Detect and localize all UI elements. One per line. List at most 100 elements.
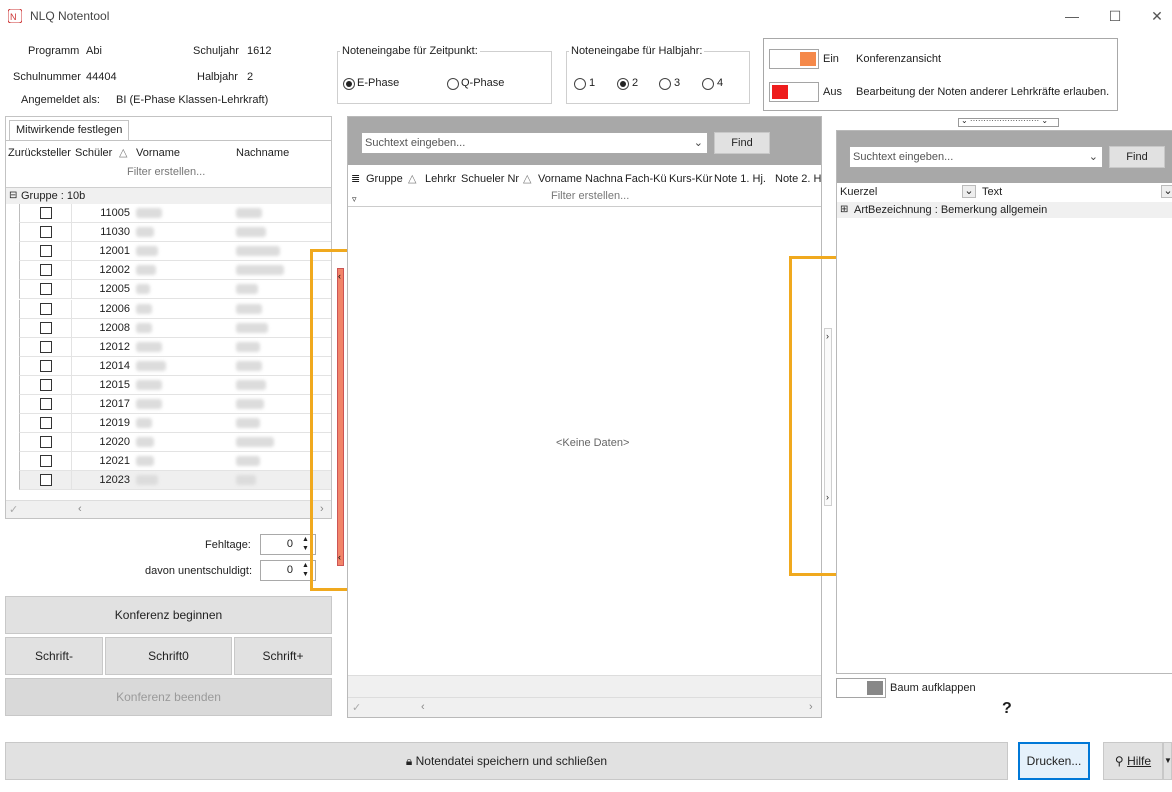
- drucken-button[interactable]: Drucken...: [1018, 742, 1090, 780]
- unentschuldigt-spin-icon[interactable]: ▲ ▼: [302, 561, 309, 579]
- zuruecksteller-checkbox[interactable]: [40, 378, 52, 391]
- zuruecksteller-checkbox[interactable]: [40, 321, 52, 334]
- middle-search-dropdown-icon[interactable]: ⌄: [694, 133, 703, 153]
- middle-col-header[interactable]: Kurs-Kür: [669, 173, 712, 185]
- table-row[interactable]: 11030: [19, 223, 331, 243]
- tab-mitwirkende[interactable]: Mitwirkende festlegen: [9, 120, 129, 140]
- middle-scroll-right-icon[interactable]: ›: [809, 701, 813, 713]
- middle-check-icon: ✓: [352, 702, 362, 714]
- col-kuerzel[interactable]: Kuerzel: [840, 186, 877, 198]
- radio-halbjahr-1[interactable]: [574, 78, 586, 90]
- zuruecksteller-checkbox[interactable]: [40, 398, 52, 410]
- row-separator: [71, 261, 72, 281]
- konferenz-beginnen-button[interactable]: Konferenz beginnen: [5, 596, 332, 634]
- sort-asc-icon[interactable]: △: [119, 146, 127, 159]
- zuruecksteller-checkbox[interactable]: [40, 436, 52, 449]
- middle-hscrollbar[interactable]: ✓ ‹ ›: [348, 697, 821, 717]
- help-question-icon[interactable]: ?: [1002, 700, 1012, 718]
- schrift-minus-button[interactable]: Schrift-: [5, 637, 103, 675]
- right-search-input[interactable]: Suchtext eingeben... ⌄: [849, 146, 1103, 168]
- zuruecksteller-checkbox[interactable]: [40, 340, 52, 353]
- vorname-cell-blurred: [136, 227, 154, 238]
- middle-col-header[interactable]: Note 2. H: [775, 173, 821, 185]
- zuruecksteller-checkbox[interactable]: [40, 207, 52, 219]
- left-hscrollbar[interactable]: ✓ ‹ ›: [6, 500, 331, 518]
- radio-e-phase[interactable]: [343, 78, 355, 90]
- hilfe-dropdown-button[interactable]: ▼: [1163, 742, 1172, 780]
- group-collapse-icon[interactable]: ⊟: [9, 190, 17, 201]
- zuruecksteller-checkbox[interactable]: [40, 226, 52, 239]
- middle-find-button[interactable]: Find: [714, 132, 770, 154]
- minimize-icon[interactable]: —: [1062, 6, 1082, 26]
- sort-asc-icon[interactable]: △: [408, 172, 416, 185]
- konferenz-toggle[interactable]: [769, 49, 819, 69]
- middle-col-header[interactable]: Fach-Kü: [625, 173, 667, 185]
- table-row[interactable]: 11005: [19, 204, 331, 223]
- scroll-left-icon[interactable]: ‹: [78, 503, 82, 515]
- col-schueler[interactable]: Schüler: [75, 147, 112, 159]
- filter-row[interactable]: Filter erstellen...: [127, 166, 205, 178]
- table-row[interactable]: 12002: [19, 261, 331, 281]
- fehltage-spin-icon[interactable]: ▲ ▼: [302, 535, 309, 553]
- bearbeitung-toggle[interactable]: [769, 82, 819, 102]
- column-chooser-icon[interactable]: ≣: [351, 172, 360, 185]
- right-top-dropdown[interactable]: ⌄ ·························· ⌄: [958, 116, 1059, 127]
- table-row[interactable]: 12020: [19, 433, 331, 453]
- zuruecksteller-checkbox[interactable]: [40, 245, 52, 258]
- save-close-button[interactable]: 🔒︎ Notendatei speichern und schließen: [5, 742, 1008, 780]
- kuerzel-filter-icon[interactable]: ⌄: [962, 185, 976, 198]
- schrift-zero-button[interactable]: Schrift0: [105, 637, 232, 675]
- zuruecksteller-checkbox[interactable]: [40, 264, 52, 277]
- middle-col-header[interactable]: Schueler Nr: [461, 173, 519, 185]
- schueler-id: 12005: [99, 283, 130, 296]
- table-row[interactable]: 12021: [19, 452, 331, 472]
- right-group-expand-icon[interactable]: ⊞: [840, 204, 848, 215]
- zuruecksteller-checkbox[interactable]: [40, 474, 52, 487]
- table-row[interactable]: 12006: [19, 299, 331, 319]
- hilfe-button[interactable]: ⚲ Hilfe: [1103, 742, 1163, 780]
- table-row[interactable]: 12001: [19, 242, 331, 262]
- middle-filter-row[interactable]: Filter erstellen...: [551, 190, 629, 202]
- table-row[interactable]: 12008: [19, 318, 331, 338]
- radio-halbjahr-2[interactable]: [617, 78, 629, 90]
- table-row[interactable]: 12014: [19, 356, 331, 376]
- middle-col-header[interactable]: Vorname: [538, 173, 582, 185]
- zuruecksteller-checkbox[interactable]: [40, 283, 52, 296]
- close-icon[interactable]: ✕: [1147, 6, 1167, 26]
- right-search-dropdown-icon[interactable]: ⌄: [1089, 147, 1098, 167]
- zuruecksteller-checkbox[interactable]: [40, 359, 52, 372]
- table-row[interactable]: 12017: [19, 395, 331, 414]
- table-row[interactable]: 12015: [19, 375, 331, 395]
- table-row[interactable]: 12019: [19, 414, 331, 434]
- radio-halbjahr-3[interactable]: [659, 78, 671, 90]
- row-separator: [71, 337, 72, 357]
- col-text[interactable]: Text: [982, 186, 1002, 198]
- text-filter-icon[interactable]: ⌄: [1161, 185, 1172, 198]
- zuruecksteller-checkbox[interactable]: [40, 455, 52, 468]
- zuruecksteller-checkbox[interactable]: [40, 302, 52, 315]
- col-zuruecksteller[interactable]: Zurücksteller: [8, 147, 71, 159]
- middle-col-header[interactable]: Note 1. Hj.: [714, 173, 766, 185]
- baum-toggle[interactable]: [836, 678, 886, 698]
- middle-scroll-left-icon[interactable]: ‹: [421, 701, 425, 713]
- filter-funnel-icon[interactable]: ▿: [352, 194, 357, 205]
- nachname-cell-blurred: [236, 360, 262, 371]
- vorname-cell-blurred: [136, 246, 158, 257]
- radio-halbjahr-4[interactable]: [702, 78, 714, 90]
- col-vorname[interactable]: Vorname: [136, 147, 180, 159]
- table-row[interactable]: 12005: [19, 280, 331, 300]
- middle-col-header[interactable]: Gruppe: [366, 173, 403, 185]
- radio-q-phase[interactable]: [447, 78, 459, 90]
- zuruecksteller-checkbox[interactable]: [40, 417, 52, 430]
- schrift-plus-button[interactable]: Schrift+: [234, 637, 332, 675]
- col-nachname[interactable]: Nachname: [236, 147, 289, 159]
- table-row[interactable]: 12023: [19, 471, 331, 491]
- radio-halbjahr-1-label: 1: [589, 77, 596, 89]
- right-find-button[interactable]: Find: [1109, 146, 1165, 168]
- middle-col-header[interactable]: Nachna: [585, 173, 623, 185]
- sort-asc-icon[interactable]: △: [523, 172, 531, 185]
- maximize-icon[interactable]: ☐: [1105, 6, 1125, 26]
- middle-search-input[interactable]: Suchtext eingeben... ⌄: [361, 132, 708, 154]
- middle-col-header[interactable]: Lehrkr: [425, 173, 456, 185]
- table-row[interactable]: 12012: [19, 337, 331, 357]
